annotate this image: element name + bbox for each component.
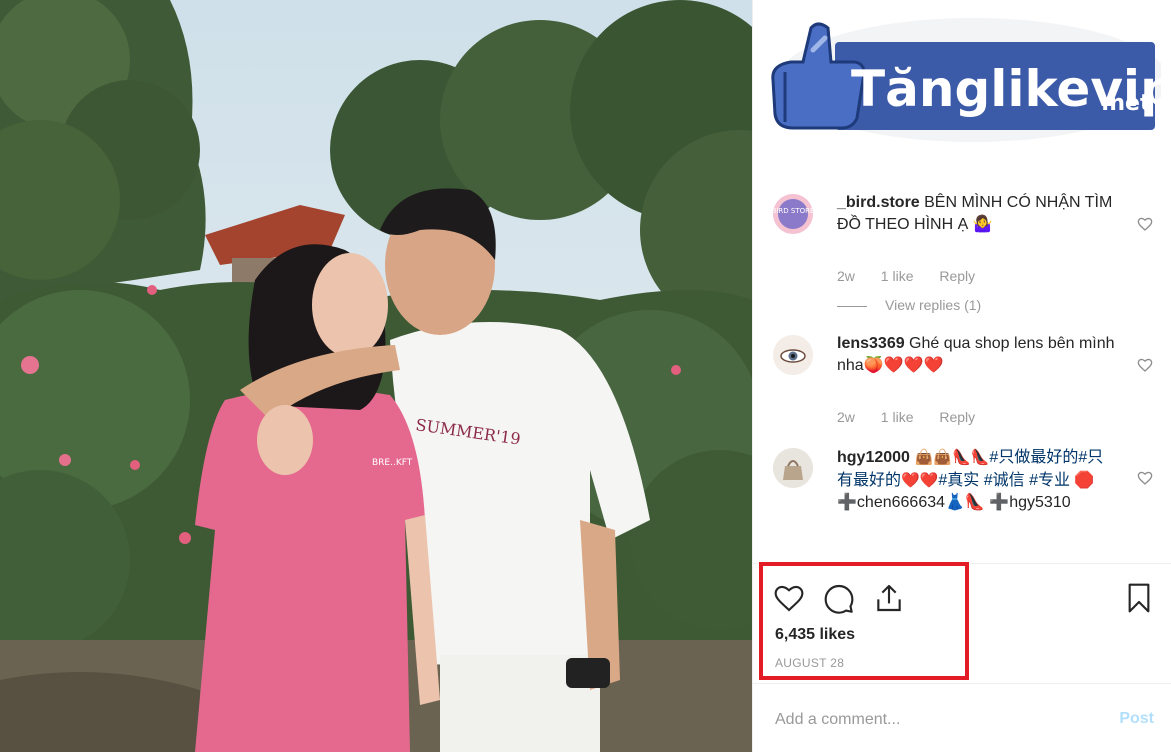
eye-avatar-icon — [773, 335, 813, 375]
avatar[interactable]: BIRD STORE — [773, 194, 813, 234]
like-comment-heart-icon[interactable] — [1137, 357, 1153, 373]
comment-username[interactable]: lens3369 — [837, 335, 905, 352]
avatar[interactable] — [773, 335, 813, 375]
comment-like-count[interactable]: 1 like — [881, 268, 914, 284]
avatar[interactable] — [773, 448, 813, 488]
post-actions: 6,435 likes AUGUST 28 — [753, 562, 1171, 684]
comment-text: 👜👜👠👠 — [909, 448, 990, 466]
post-photo[interactable]: SUMMER'19 BRE..KFT — [0, 0, 752, 752]
tanglikevip-logo: Tănglikevip .net — [763, 10, 1161, 150]
logo-graphic: Tănglikevip .net — [771, 18, 1161, 142]
comment-body: hgy12000 👜👜👠👠#只做最好的#只有最好的❤️❤️#真实 #诚信 #专业… — [837, 446, 1117, 514]
add-comment-bar: Post — [753, 683, 1171, 753]
view-replies[interactable]: View replies (1) — [837, 297, 981, 313]
bird-store-avatar-icon: BIRD STORE — [773, 194, 813, 234]
view-replies-label[interactable]: View replies (1) — [885, 297, 981, 313]
comment-time: 2w — [837, 409, 855, 425]
post-date: AUGUST 28 — [775, 656, 845, 670]
reply-button[interactable]: Reply — [939, 268, 975, 284]
comment-text-mid: ❤️❤️ — [901, 471, 939, 489]
comment-username[interactable]: _bird.store — [837, 194, 920, 211]
comment-hashtags-2[interactable]: #真实 #诚信 #专业 — [938, 472, 1070, 489]
post-side-panel: Tănglikevip .net BIRD STORE _bird.store … — [752, 0, 1171, 752]
comment-body: lens3369 Ghé qua shop lens bên mình nha🍑… — [837, 333, 1117, 377]
like-count[interactable]: 6,435 likes — [775, 626, 855, 644]
couple-photo-illustration: SUMMER'19 BRE..KFT — [0, 0, 752, 752]
like-heart-icon[interactable] — [773, 582, 805, 614]
comment-meta: 2w 1 like Reply — [837, 268, 997, 284]
bookmark-icon[interactable] — [1123, 582, 1155, 614]
comment-like-count[interactable]: 1 like — [881, 409, 914, 425]
like-comment-heart-icon[interactable] — [1137, 470, 1153, 486]
comment-input[interactable] — [773, 704, 1097, 736]
comment-time: 2w — [837, 268, 855, 284]
bag-avatar-icon — [773, 448, 813, 488]
svg-text:BRE..KFT: BRE..KFT — [372, 458, 413, 468]
reply-button[interactable]: Reply — [939, 409, 975, 425]
share-upload-icon[interactable] — [873, 582, 905, 614]
replies-divider — [837, 305, 867, 307]
comment-meta: 2w 1 like Reply — [837, 409, 997, 425]
post-button[interactable]: Post — [1119, 710, 1154, 728]
logo-text-suffix: .net — [1101, 91, 1151, 116]
like-comment-heart-icon[interactable] — [1137, 216, 1153, 232]
comment-body: _bird.store BÊN MÌNH CÓ NHẬN TÌM ĐỒ THEO… — [837, 192, 1117, 236]
comment-bubble-icon[interactable] — [823, 582, 855, 614]
instagram-post-window: SUMMER'19 BRE..KFT Tănglikevip .net BIRD… — [0, 0, 1171, 752]
comments-list[interactable]: BIRD STORE _bird.store BÊN MÌNH CÓ NHẬN … — [753, 180, 1171, 563]
avatar-label: BIRD STORE — [773, 207, 813, 215]
comment-username[interactable]: hgy12000 — [837, 449, 910, 466]
